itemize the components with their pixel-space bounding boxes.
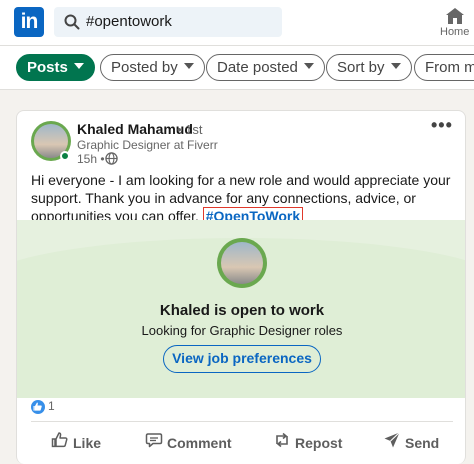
filter-from-me[interactable]: From me [414, 54, 474, 81]
open-to-work-title: Khaled is open to work [159, 302, 325, 319]
filter-posts[interactable]: Posts [16, 54, 95, 81]
filter-label: From me [425, 59, 474, 76]
search-icon [64, 14, 80, 30]
filter-posted-by[interactable]: Posted by [100, 54, 205, 81]
reaction-count: 1 [48, 399, 55, 413]
repost-icon [276, 432, 288, 448]
repost-label: Repost [295, 435, 343, 451]
filter-date-posted[interactable]: Date posted [206, 54, 325, 81]
author-name[interactable]: Khaled Mahamud [77, 121, 193, 137]
search-filters-bar: Posts Posted by Date posted Sort by From… [0, 46, 474, 90]
author-headline: Graphic Designer at Fiverr [77, 138, 218, 152]
chevron-down-icon [390, 63, 401, 70]
open-to-work-subtitle: Looking for Graphic Designer roles [141, 323, 343, 338]
open-to-work-banner: Khaled is open to work Looking for Graph… [17, 220, 465, 398]
send-label: Send [405, 435, 440, 451]
author-avatar[interactable] [31, 121, 71, 161]
divider [31, 421, 453, 422]
post-card: Khaled Mahamud • 1st Graphic Designer at… [16, 110, 466, 464]
top-nav-bar: in #opentowork Home [0, 0, 474, 46]
open-to-work-avatar [217, 238, 267, 288]
comment-label: Comment [167, 435, 232, 451]
chevron-down-icon [183, 63, 194, 70]
post-actions: Like Comment Repost Send [17, 429, 465, 459]
chevron-down-icon [73, 63, 84, 70]
filter-label: Sort by [337, 59, 385, 76]
nav-home-label: Home [440, 26, 470, 38]
like-label: Like [73, 435, 102, 451]
home-icon [446, 8, 464, 24]
search-input[interactable]: #opentowork [86, 13, 172, 30]
online-status-dot [60, 151, 70, 161]
more-options-icon[interactable]: ••• [431, 115, 453, 136]
nav-home[interactable]: Home [434, 4, 474, 42]
send-icon [384, 432, 400, 448]
like-reaction-icon [31, 399, 45, 414]
avatar-photo [221, 242, 263, 284]
comment-icon [145, 433, 163, 448]
chevron-down-icon [303, 63, 314, 70]
linkedin-logo[interactable]: in [14, 7, 44, 37]
reactions-summary[interactable]: 1 [31, 399, 55, 414]
view-job-preferences-button[interactable]: View job preferences [163, 345, 321, 373]
filter-label: Posted by [111, 59, 178, 76]
post-timestamp: 15h • [77, 152, 105, 166]
filter-sort-by[interactable]: Sort by [326, 54, 412, 81]
filter-label: Posts [27, 59, 68, 76]
search-bar[interactable]: #opentowork [54, 7, 282, 37]
post-body: Hi everyone - I am looking for a new rol… [31, 171, 456, 225]
filter-label: Date posted [217, 59, 298, 76]
thumbs-up-icon [51, 432, 68, 448]
connection-degree: • 1st [177, 122, 203, 137]
globe-icon [105, 152, 118, 165]
